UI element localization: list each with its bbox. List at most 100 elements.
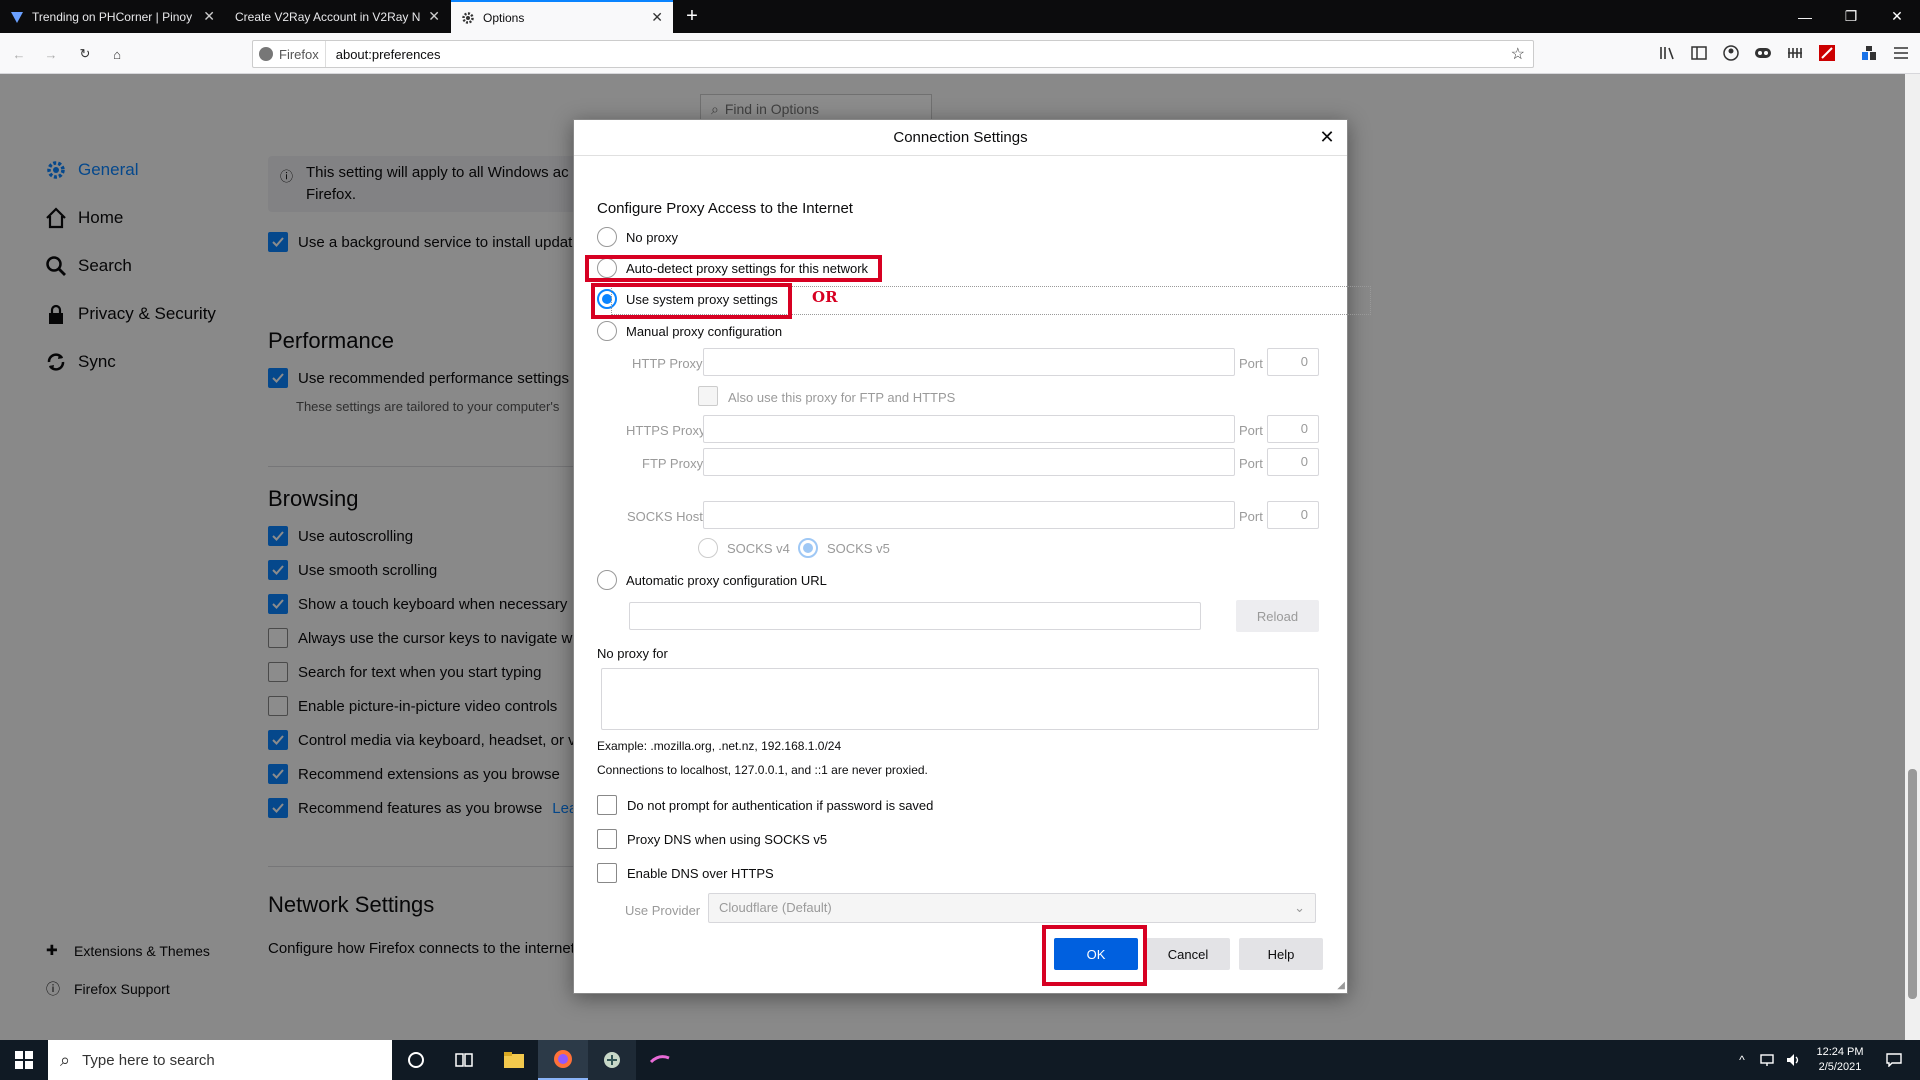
no-prompt-auth-label[interactable]: Do not prompt for authentication if pass… — [627, 798, 933, 813]
close-tab-icon[interactable]: ✕ — [203, 8, 215, 25]
clock-date: 2/5/2021 — [1818, 1061, 1862, 1073]
close-tab-icon[interactable]: ✕ — [428, 8, 440, 25]
connection-settings-dialog: Connection Settings ✕ Configure Proxy Ac… — [573, 119, 1371, 994]
localhost-note: Connections to localhost, 127.0.0.1, and… — [597, 763, 928, 777]
account-icon[interactable] — [1721, 43, 1741, 63]
chevron-down-icon: ⌄ — [1294, 900, 1305, 915]
https-port-label: Port — [1239, 423, 1263, 438]
url-bar[interactable]: Firefox about:preferences ☆ — [252, 40, 1534, 68]
restore-icon[interactable]: ❐ — [1828, 0, 1874, 33]
tab-options[interactable]: Options ✕ — [451, 0, 673, 33]
navigation-toolbar: ← → ↻ ⌂ Firefox about:preferences ☆ — [0, 33, 1920, 74]
ftp-proxy-label: FTP Proxy — [642, 456, 704, 471]
manual-proxy-label[interactable]: Manual proxy configuration — [626, 324, 782, 339]
phcorner-favicon-icon — [10, 10, 24, 24]
taskbar-search-box[interactable]: ⌕ Type here to search — [48, 1040, 392, 1080]
hamburger-menu-icon[interactable] — [1891, 43, 1911, 63]
minimize-icon[interactable]: — — [1782, 0, 1828, 33]
dns-over-https-checkbox[interactable] — [597, 863, 617, 883]
also-use-label: Also use this proxy for FTP and HTTPS — [728, 390, 956, 405]
firefox-taskbar-icon[interactable] — [538, 1040, 588, 1080]
http-proxy-label: HTTP Proxy — [632, 356, 703, 371]
extensions-puzzle-icon[interactable] — [1859, 43, 1879, 63]
provider-select[interactable]: Cloudflare (Default) ⌄ — [708, 893, 1316, 923]
socks-v5-label: SOCKS v5 — [827, 541, 890, 556]
app-taskbar-icon[interactable] — [636, 1040, 684, 1080]
extension-bars-icon[interactable] — [1785, 43, 1805, 63]
taskbar-search-placeholder: Type here to search — [82, 1051, 215, 1069]
v2ray-taskbar-icon[interactable] — [588, 1040, 636, 1080]
search-icon: ⌕ — [60, 1049, 71, 1070]
no-prompt-auth-checkbox[interactable] — [597, 795, 617, 815]
annotation-box-ok — [1042, 925, 1147, 986]
http-port-input[interactable]: 0 — [1267, 348, 1319, 376]
bookmark-star-icon[interactable]: ☆ — [1511, 44, 1525, 64]
ftp-proxy-input[interactable] — [703, 448, 1235, 476]
cancel-button[interactable]: Cancel — [1146, 938, 1230, 970]
close-window-icon[interactable]: ✕ — [1874, 0, 1920, 33]
reload-icon[interactable]: ↻ — [72, 41, 98, 67]
forward-icon[interactable]: → — [38, 41, 64, 67]
dns-over-https-label[interactable]: Enable DNS over HTTPS — [627, 866, 774, 881]
annotation-box-system-proxy — [591, 283, 792, 319]
task-view-icon[interactable] — [440, 1040, 488, 1080]
cortana-icon[interactable] — [392, 1040, 440, 1080]
reload-button[interactable]: Reload — [1236, 600, 1319, 632]
dialog-title: Connection Settings — [574, 120, 1347, 156]
page-scrollbar[interactable] — [1905, 74, 1920, 1040]
proxy-section-heading: Configure Proxy Access to the Internet — [597, 200, 853, 217]
socks-port-label: Port — [1239, 509, 1263, 524]
pdf-extension-icon[interactable] — [1817, 43, 1837, 63]
vpn-icon[interactable] — [1753, 43, 1773, 63]
http-port-label: Port — [1239, 356, 1263, 371]
socks-v5-radio[interactable] — [798, 538, 818, 558]
sidebar-icon[interactable] — [1689, 43, 1709, 63]
tab-v2ray[interactable]: Create V2Ray Account in V2Ray Ne ✕ — [225, 0, 450, 33]
show-hidden-icons-icon[interactable]: ^ — [1732, 1040, 1752, 1080]
start-windows-icon[interactable] — [0, 1040, 48, 1080]
proxy-dns-checkbox[interactable] — [597, 829, 617, 849]
help-button[interactable]: Help — [1239, 938, 1323, 970]
volume-icon[interactable] — [1782, 1040, 1806, 1080]
close-tab-icon[interactable]: ✕ — [651, 9, 663, 26]
close-icon[interactable]: ✕ — [1317, 127, 1337, 147]
identity-box[interactable]: Firefox — [253, 41, 326, 67]
network-icon[interactable] — [1756, 1040, 1780, 1080]
tab-phcorner[interactable]: Trending on PHCorner | Pinoy I ✕ — [0, 0, 225, 33]
home-icon[interactable]: ⌂ — [104, 41, 130, 67]
identity-label: Firefox — [279, 46, 319, 62]
no-proxy-label[interactable]: No proxy — [626, 230, 678, 245]
tab-title: Options — [483, 10, 525, 25]
use-provider-label: Use Provider — [625, 903, 701, 918]
https-port-input[interactable]: 0 — [1267, 415, 1319, 443]
auto-config-url-input[interactable] — [629, 602, 1201, 630]
socks-host-input[interactable] — [703, 501, 1235, 529]
firefox-icon — [259, 47, 273, 61]
manual-proxy-radio[interactable] — [597, 321, 617, 341]
socks-v4-label: SOCKS v4 — [727, 541, 790, 556]
new-tab-icon[interactable]: + — [678, 0, 706, 33]
auto-config-url-radio[interactable] — [597, 570, 617, 590]
no-proxy-for-label: No proxy for — [597, 646, 668, 661]
no-proxy-radio[interactable] — [597, 227, 617, 247]
auto-config-url-label[interactable]: Automatic proxy configuration URL — [626, 573, 827, 588]
also-use-checkbox[interactable] — [698, 386, 718, 406]
ftp-port-label: Port — [1239, 456, 1263, 471]
clock[interactable]: 12:24 PM 2/5/2021 — [1808, 1040, 1872, 1080]
resize-grip-icon[interactable]: ◢ — [1337, 980, 1345, 991]
annotation-box-auto-detect — [585, 255, 882, 282]
notifications-icon[interactable] — [1874, 1040, 1914, 1080]
https-proxy-input[interactable] — [703, 415, 1235, 443]
file-explorer-icon[interactable] — [490, 1040, 538, 1080]
library-icon[interactable] — [1657, 43, 1677, 63]
scrollbar-thumb[interactable] — [1908, 769, 1917, 999]
no-proxy-for-textarea[interactable] — [601, 668, 1319, 730]
ftp-port-input[interactable]: 0 — [1267, 448, 1319, 476]
gear-icon — [461, 11, 475, 25]
socks-v4-radio[interactable] — [698, 538, 718, 558]
socks-port-input[interactable]: 0 — [1267, 501, 1319, 529]
url-text[interactable]: about:preferences — [326, 47, 441, 62]
proxy-dns-label[interactable]: Proxy DNS when using SOCKS v5 — [627, 832, 827, 847]
back-icon[interactable]: ← — [6, 41, 32, 67]
http-proxy-input[interactable] — [703, 348, 1235, 376]
